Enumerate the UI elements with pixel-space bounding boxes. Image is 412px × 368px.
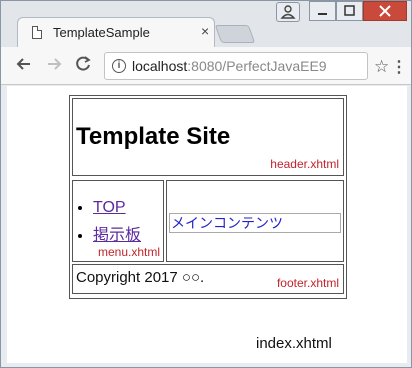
header-section: Template Site header.xhtml [72, 98, 344, 176]
minimize-icon [318, 13, 327, 15]
content-section: メインコンテンツ [166, 180, 344, 262]
browser-tab[interactable]: TemplateSample × [17, 17, 215, 47]
footer-file-label: footer.xhtml [276, 276, 339, 290]
profile-icon [280, 5, 296, 19]
new-tab-button[interactable] [214, 25, 256, 43]
tab-close-button[interactable]: × [201, 23, 209, 39]
page-icon [32, 26, 42, 39]
reload-button[interactable] [74, 55, 92, 78]
back-icon [16, 58, 30, 70]
address-bar[interactable]: i localhost:8080/PerfectJavaEE9 [104, 52, 368, 80]
menu-link-top[interactable]: TOP [93, 199, 126, 216]
forward-icon [48, 58, 62, 70]
menu-list: TOP 掲示板 [93, 199, 141, 249]
url-host: localhost [132, 58, 188, 74]
page-title: Template Site [76, 123, 231, 150]
url-text[interactable]: localhost:8080/PerfectJavaEE9 [132, 58, 327, 74]
menu-link-board[interactable]: 掲示板 [93, 227, 141, 244]
info-icon[interactable]: i [112, 59, 126, 73]
star-icon[interactable]: ☆ [374, 57, 389, 77]
footer-section: Copyright 2017 ○○. footer.xhtml [72, 264, 344, 294]
minimize-button[interactable] [309, 1, 336, 21]
reload-icon [76, 56, 91, 71]
tab-title: TemplateSample [53, 25, 150, 40]
copyright-text: Copyright 2017 ○○. [76, 269, 205, 286]
list-item: 掲示板 [93, 221, 141, 245]
main-content: メインコンテンツ [169, 213, 341, 233]
close-icon [379, 5, 391, 17]
browser-toolbar: i localhost:8080/PerfectJavaEE9 ☆ ⋮ [1, 47, 411, 85]
menu-section: TOP 掲示板 menu.xhtml [72, 180, 164, 262]
back-button[interactable] [15, 55, 33, 78]
page-viewport: Template Site header.xhtml TOP 掲示板 menu.… [7, 86, 407, 363]
index-file-label: index.xhtml [256, 335, 332, 352]
title-bar: TemplateSample × [1, 1, 411, 47]
header-file-label: header.xhtml [270, 157, 339, 171]
menu-file-label: menu.xhtml [97, 245, 160, 259]
forward-button[interactable] [45, 55, 63, 78]
browser-window: TemplateSample × i localhost:8080/Perfec… [0, 0, 412, 368]
url-path: :8080/PerfectJavaEE9 [187, 58, 327, 74]
window-close-button[interactable] [363, 1, 407, 21]
profile-button[interactable] [276, 2, 300, 22]
menu-icon[interactable]: ⋮ [391, 57, 407, 77]
maximize-button[interactable] [336, 1, 363, 21]
list-item: TOP [93, 199, 141, 217]
maximize-icon [344, 5, 355, 16]
template-layout-table: Template Site header.xhtml TOP 掲示板 menu.… [69, 95, 347, 299]
